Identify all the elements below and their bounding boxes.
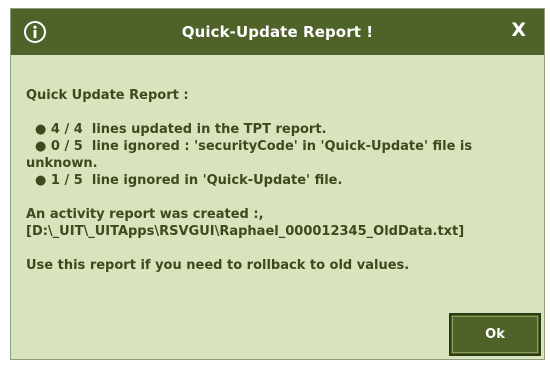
bullet-line-security-code-ignored-cont: unknown. bbox=[26, 155, 536, 172]
quick-update-report-dialog: Quick-Update Report ! X Quick Update Rep… bbox=[10, 8, 545, 360]
close-icon[interactable]: X bbox=[511, 19, 526, 41]
activity-report-line: An activity report was created :, bbox=[26, 207, 264, 222]
rollback-note: Use this report if you need to rollback … bbox=[26, 258, 410, 273]
bullet-text: lines updated in the TPT report. bbox=[91, 122, 327, 137]
ok-button-label: Ok bbox=[485, 327, 505, 342]
report-heading: Quick Update Report : bbox=[26, 88, 189, 103]
bullet-text: line ignored in 'Quick-Update' file. bbox=[91, 173, 343, 188]
dialog-title: Quick-Update Report ! bbox=[181, 23, 374, 41]
bullet-text: line ignored : 'securityCode' in 'Quick-… bbox=[91, 139, 473, 154]
bullet-prefix: ● 4 / 4 bbox=[26, 122, 92, 137]
report-content: Quick Update Report : ● 4 / 4 lines upda… bbox=[26, 87, 536, 274]
ok-button[interactable]: Ok bbox=[449, 313, 541, 356]
bullet-text: unknown. bbox=[26, 156, 98, 171]
title-bar: Quick-Update Report ! X bbox=[11, 9, 544, 55]
bullet-line-security-code-ignored: ● 0 / 5 line ignored : 'securityCode' in… bbox=[26, 138, 536, 155]
bullet-prefix: ● 1 / 5 bbox=[26, 173, 92, 188]
bullet-line-file-ignored: ● 1 / 5 line ignored in 'Quick-Update' f… bbox=[26, 172, 536, 189]
bullet-prefix: ● 0 / 5 bbox=[26, 139, 92, 154]
activity-report-path: [D:\_UIT\_UITApps\RSVGUI\Raphael_0000123… bbox=[26, 224, 465, 239]
bullet-line-lines-updated: ● 4 / 4 lines updated in the TPT report. bbox=[26, 121, 536, 138]
